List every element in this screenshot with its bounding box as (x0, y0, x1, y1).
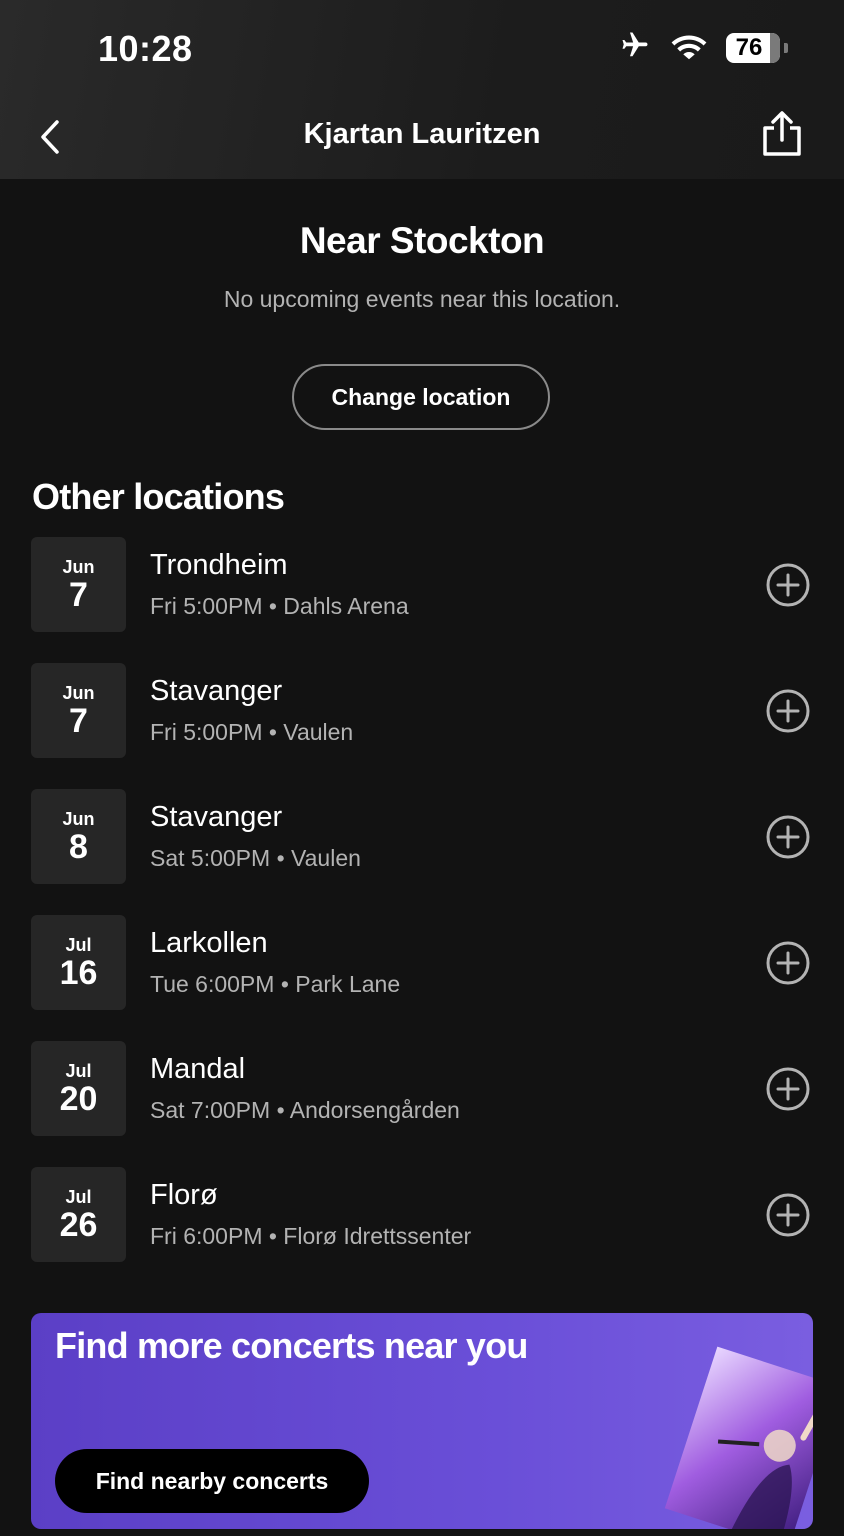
event-city: Stavanger (150, 801, 283, 833)
event-detail: Sat 5:00PM • Vaulen (150, 845, 361, 871)
add-event-button[interactable] (765, 562, 811, 608)
plus-circle-icon (766, 1067, 810, 1111)
share-button[interactable] (760, 110, 804, 158)
event-date: Jul 20 (31, 1041, 126, 1136)
event-detail: Fri 6:00PM • Florø Idrettssenter (150, 1223, 472, 1249)
event-month: Jun (62, 682, 95, 703)
change-location-button[interactable]: Change location (292, 364, 550, 430)
event-city: Larkollen (150, 927, 268, 959)
add-event-button[interactable] (765, 814, 811, 860)
event-city: Trondheim (150, 549, 288, 581)
event-detail: Fri 5:00PM • Vaulen (150, 719, 354, 745)
event-day: 8 (69, 827, 88, 866)
event-date: Jun 7 (31, 537, 126, 632)
event-detail: Tue 6:00PM • Park Lane (150, 971, 401, 997)
add-event-button[interactable] (765, 1192, 811, 1238)
event-date: Jun 8 (31, 789, 126, 884)
event-row[interactable]: Jun 7 Stavanger Fri 5:00PM • Vaulen (31, 663, 811, 759)
near-location-title: Near Stockton (299, 220, 545, 261)
event-city: Stavanger (150, 675, 283, 707)
no-events-message: No upcoming events near this location. (223, 286, 621, 312)
event-row[interactable]: Jul 16 Larkollen Tue 6:00PM • Park Lane (31, 915, 811, 1011)
plus-circle-icon (766, 815, 810, 859)
artist-title: Kjartan Lauritzen (303, 118, 541, 150)
event-detail: Sat 7:00PM • Andorsengården (150, 1097, 460, 1123)
top-bar: 10:28 76 Kjartan Lauritzen (0, 0, 844, 179)
event-month: Jun (62, 808, 95, 829)
event-row[interactable]: Jul 26 Florø Fri 6:00PM • Florø Idrettss… (31, 1167, 811, 1263)
add-event-button[interactable] (765, 688, 811, 734)
event-day: 26 (59, 1205, 98, 1244)
event-row[interactable]: Jun 8 Stavanger Sat 5:00PM • Vaulen (31, 789, 811, 885)
event-month: Jul (65, 1186, 92, 1207)
event-day: 16 (59, 953, 98, 992)
event-day: 20 (59, 1079, 98, 1118)
concert-photo (664, 1346, 813, 1529)
battery-level: 76 (735, 33, 763, 61)
add-event-button[interactable] (765, 940, 811, 986)
plus-circle-icon (766, 563, 810, 607)
event-day: 7 (69, 701, 88, 740)
wifi-icon (670, 30, 708, 65)
status-time: 10:28 (98, 28, 193, 69)
event-detail: Fri 5:00PM • Dahls Arena (150, 593, 409, 619)
event-date: Jun 7 (31, 663, 126, 758)
add-event-button[interactable] (765, 1066, 811, 1112)
plus-circle-icon (766, 941, 810, 985)
event-row[interactable]: Jul 20 Mandal Sat 7:00PM • Andorsengårde… (31, 1041, 811, 1137)
event-month: Jul (65, 1060, 92, 1081)
status-icons: 76 (618, 30, 788, 65)
banner-title: Find more concerts near you (55, 1325, 528, 1366)
event-city: Mandal (150, 1053, 246, 1085)
event-row[interactable]: Jun 7 Trondheim Fri 5:00PM • Dahls Arena (31, 537, 811, 633)
plus-circle-icon (766, 689, 810, 733)
find-concerts-banner: Find more concerts near you Find nearby … (31, 1313, 813, 1529)
share-icon (763, 111, 801, 156)
battery-indicator: 76 (726, 32, 788, 63)
plus-circle-icon (766, 1193, 810, 1237)
event-month: Jun (62, 556, 95, 577)
event-day: 7 (69, 575, 88, 614)
other-locations-heading: Other locations (32, 476, 285, 517)
airplane-icon (618, 30, 652, 65)
find-nearby-concerts-button[interactable]: Find nearby concerts (55, 1449, 369, 1513)
event-month: Jul (65, 934, 92, 955)
event-date: Jul 26 (31, 1167, 126, 1262)
event-date: Jul 16 (31, 915, 126, 1010)
event-city: Florø (150, 1179, 218, 1211)
